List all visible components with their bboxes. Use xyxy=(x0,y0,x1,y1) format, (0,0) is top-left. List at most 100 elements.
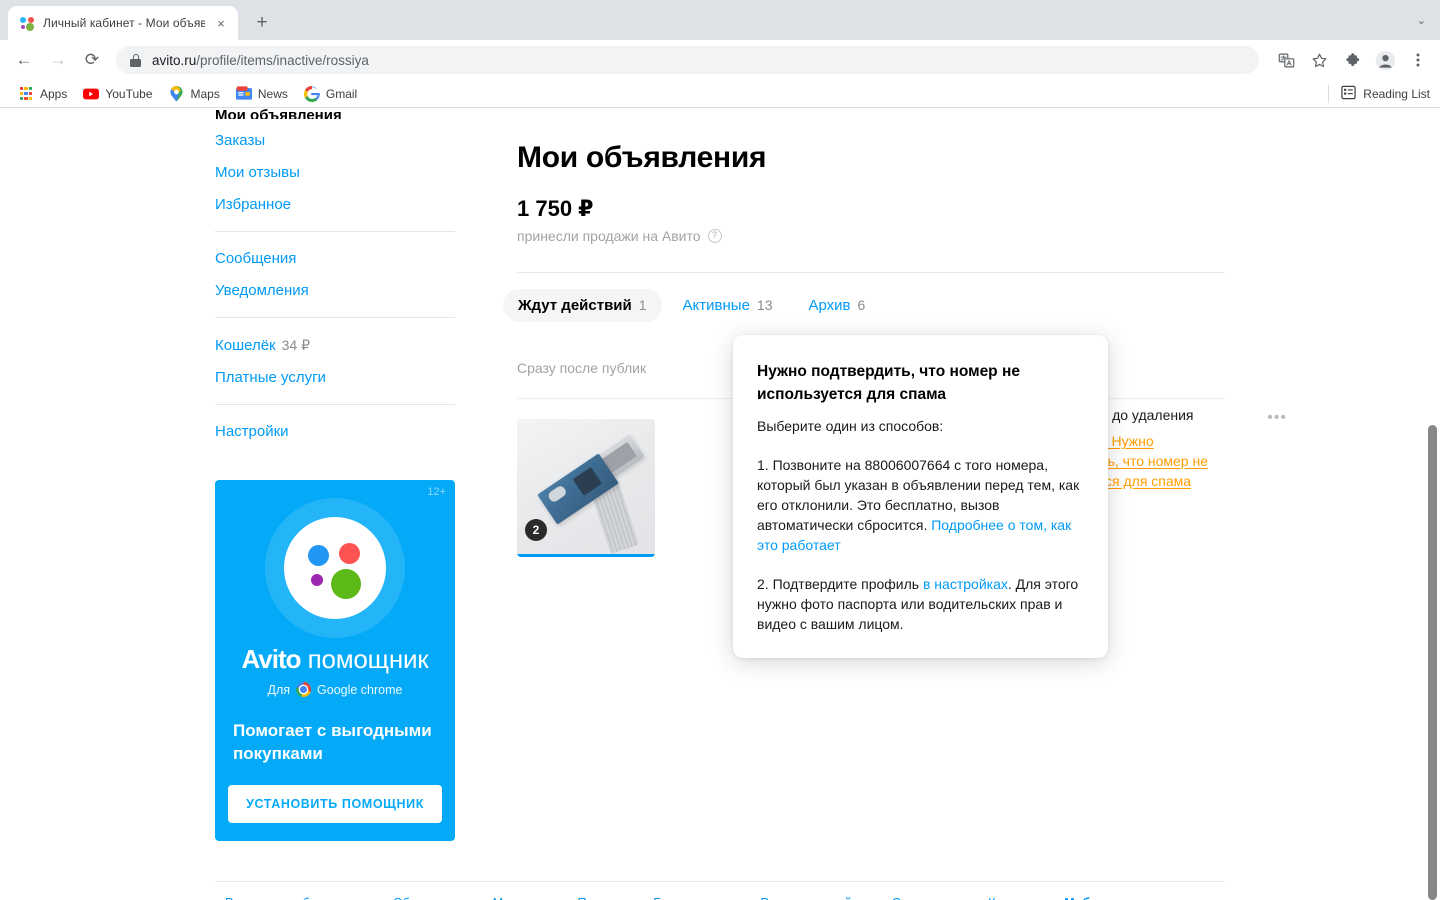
footer-link-careers[interactable]: Карьера xyxy=(988,896,1037,900)
profile-avatar-icon[interactable] xyxy=(1371,46,1399,74)
footer-link-shops[interactable]: Магазины xyxy=(493,896,550,900)
page-title: Мои объявления xyxy=(517,141,767,174)
browser-tab-title: Личный кабинет - Мои объяв xyxy=(43,16,205,30)
footer-link-help[interactable]: Помощь xyxy=(577,896,625,900)
listing-menu-icon[interactable]: ••• xyxy=(1267,409,1287,427)
tab-label: Ждут действий xyxy=(518,297,632,314)
footer-link-post-ad[interactable]: Разместить объявление xyxy=(225,896,365,900)
age-rating-label: 12+ xyxy=(427,486,446,498)
bookmark-youtube[interactable]: YouTube xyxy=(75,83,160,105)
url-domain: avito.ru xyxy=(152,52,197,68)
assistant-brand: Avito xyxy=(241,644,301,674)
reading-list-icon xyxy=(1341,85,1356,103)
sidebar-item-orders[interactable]: Заказы xyxy=(215,131,455,151)
address-bar[interactable]: avito.ru/profile/items/inactive/rossiya xyxy=(116,46,1259,74)
browser-toolbar: ← → ⟳ avito.ru/profile/items/inactive/ro… xyxy=(0,40,1440,80)
bookmark-label: Gmail xyxy=(325,86,358,101)
footer-link-mobile-app[interactable]: Мобильное приложение xyxy=(1064,896,1215,900)
bookmarks-bar: Apps YouTube Maps News Gmail Reading Lis… xyxy=(0,80,1440,108)
footer-nav: Разместить объявление Объявления Магазин… xyxy=(215,881,1225,900)
hint-left-fragment: Сразу после публик xyxy=(517,360,647,376)
reading-list-label: Reading List xyxy=(1363,86,1430,101)
extensions-icon[interactable] xyxy=(1338,46,1366,74)
bookmark-star-icon[interactable] xyxy=(1305,46,1333,74)
reading-list-button[interactable]: Reading List xyxy=(1328,84,1430,103)
translate-icon[interactable] xyxy=(1272,46,1300,74)
page-viewport: Мои объявления Заказы Мои отзывы Избранн… xyxy=(0,108,1440,900)
gmail-icon xyxy=(303,85,320,102)
popover-title: Нужно подтвердить, что номер не использу… xyxy=(757,363,1020,403)
listing-thumbnail[interactable]: 2 xyxy=(517,419,655,557)
tab-archive[interactable]: Архив 6 xyxy=(794,289,881,322)
footer-link-advertising[interactable]: Реклама на сайте xyxy=(761,896,865,900)
popover-subtitle: Выберите один из способов: xyxy=(757,418,944,434)
sidebar-item-reviews[interactable]: Мои отзывы xyxy=(215,163,455,183)
for-label: Для xyxy=(267,682,291,697)
tab-pending-actions[interactable]: Ждут действий 1 xyxy=(503,289,662,322)
tab-label: Активные xyxy=(682,297,750,314)
bookmark-label: YouTube xyxy=(105,86,153,101)
close-tab-icon[interactable]: × xyxy=(213,15,229,31)
rejection-info-popover: Нужно подтвердить, что номер не использу… xyxy=(733,335,1108,658)
bookmark-label: Maps xyxy=(190,86,220,101)
popover-method-2: 2. Подтвердите профиль в настройках. Для… xyxy=(757,574,1084,634)
bookmark-apps[interactable]: Apps xyxy=(10,83,75,105)
photo-progress-bar xyxy=(517,554,655,557)
sidebar-divider xyxy=(215,231,455,232)
reload-button[interactable]: ⟳ xyxy=(76,44,108,76)
sidebar-item-paid-services[interactable]: Платные услуги xyxy=(215,368,455,388)
sidebar-item-wallet[interactable]: Кошелёк 34 ₽ xyxy=(215,335,455,356)
apps-grid-icon xyxy=(18,86,34,102)
news-icon xyxy=(235,85,252,102)
bookmark-news[interactable]: News xyxy=(228,83,296,105)
assistant-word: помощник xyxy=(307,644,429,674)
browser-tab-active[interactable]: Личный кабинет - Мои объяв × xyxy=(8,6,238,40)
url-path: /profile/items/inactive/rossiya xyxy=(196,52,369,68)
maps-pin-icon xyxy=(169,85,185,102)
sidebar-item-favorites[interactable]: Избранное xyxy=(215,195,455,215)
new-tab-button[interactable]: + xyxy=(248,9,276,37)
bookmark-maps[interactable]: Maps xyxy=(161,83,228,105)
sidebar-divider xyxy=(215,317,455,318)
sidebar-heading: Мои объявления xyxy=(215,108,342,119)
popover-method-1: 1. Позвоните на 88006007664 с того номер… xyxy=(757,455,1084,555)
youtube-icon xyxy=(83,86,100,102)
url-text: avito.ru/profile/items/inactive/rossiya xyxy=(152,53,369,68)
browser-name: Google chrome xyxy=(317,682,403,697)
bookmark-label: Apps xyxy=(40,86,68,101)
avito-dots-icon xyxy=(19,15,35,31)
sidebar-item-messages[interactable]: Сообщения xyxy=(215,249,455,269)
forward-button[interactable]: → xyxy=(42,44,74,76)
tab-active-listings[interactable]: Активные 13 xyxy=(668,289,788,322)
chrome-logo-icon xyxy=(296,682,312,697)
page-scrollbar[interactable] xyxy=(1425,108,1440,900)
photo-count-badge: 2 xyxy=(525,519,547,541)
assistant-headline: Помогает с выгодными покупками xyxy=(233,721,432,763)
install-assistant-button[interactable]: УСТАНОВИТЬ ПОМОЩНИК xyxy=(228,785,442,823)
settings-link[interactable]: в настройках xyxy=(923,576,1008,592)
lock-icon xyxy=(130,53,141,67)
avito-dots-icon xyxy=(284,517,386,619)
avito-assistant-banner[interactable]: 12+ Avito помощник Для Google chrome Пом… xyxy=(215,480,455,841)
footer-link-about[interactable]: О компании xyxy=(892,896,961,900)
back-button[interactable]: ← xyxy=(8,44,40,76)
sidebar-item-notifications[interactable]: Уведомления xyxy=(215,281,455,301)
wallet-balance: 34 ₽ xyxy=(281,337,310,353)
footer-link-safety[interactable]: Безопасность xyxy=(653,896,733,900)
window-collapse-icon[interactable]: ⌄ xyxy=(1417,14,1426,27)
earnings-label: принесли продажи на Авито xyxy=(517,228,701,244)
bookmark-label: News xyxy=(257,86,288,101)
bookmark-gmail[interactable]: Gmail xyxy=(296,83,365,105)
earnings-label-row: принесли продажи на Авито ? xyxy=(517,228,1225,244)
earnings-amount: 1 750 ₽ xyxy=(517,196,594,221)
chrome-menu-icon[interactable] xyxy=(1404,46,1432,74)
profile-sidebar: Мои объявления Заказы Мои отзывы Избранн… xyxy=(215,108,455,841)
assistant-browser-line: Для Google chrome xyxy=(215,682,455,697)
tab-label: Архив xyxy=(808,297,851,314)
help-icon[interactable]: ? xyxy=(707,229,722,243)
browser-tab-strip: Личный кабинет - Мои объяв × + ⌄ xyxy=(0,0,1440,40)
scrollbar-thumb[interactable] xyxy=(1428,425,1437,900)
footer-link-ads[interactable]: Объявления xyxy=(393,896,465,900)
sidebar-item-settings[interactable]: Настройки xyxy=(215,422,455,442)
method-2-text-start: 2. Подтвердите профиль xyxy=(757,576,923,592)
